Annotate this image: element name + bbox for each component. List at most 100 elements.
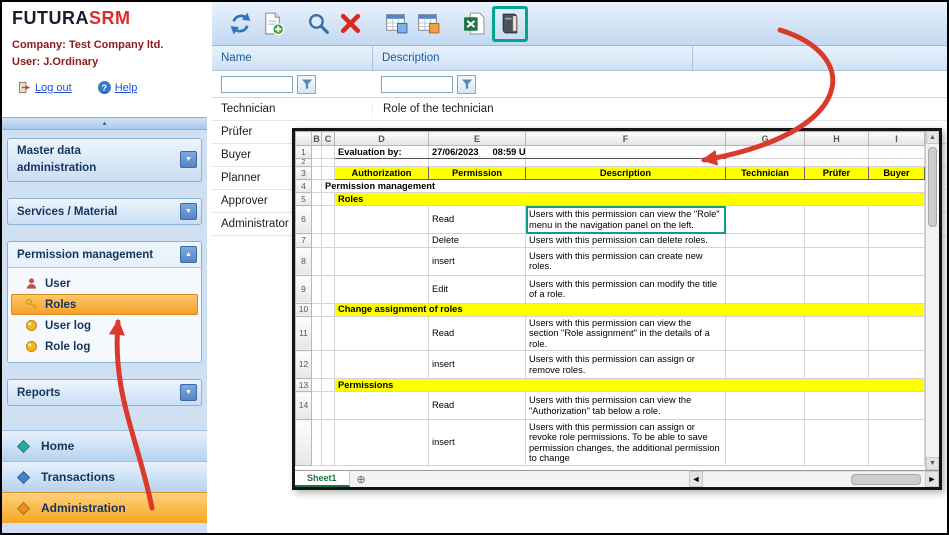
header-pruefer: Prüfer (805, 167, 869, 180)
refresh-button[interactable] (224, 8, 256, 40)
services-material-label: Services / Material (17, 206, 117, 218)
col-letter: G (726, 132, 805, 146)
col-letter: F (526, 132, 726, 146)
administration-icon (16, 501, 31, 516)
sidebar-footer (2, 523, 207, 533)
nav-item-home[interactable]: Home (2, 430, 207, 461)
excel-screenshot-overlay: B C D E F G H I 1 Evaluation by: 27/06/2… (292, 128, 942, 490)
permission-cell: Delete (429, 234, 526, 248)
chevron-up-icon[interactable]: ▲ (180, 246, 197, 263)
logout-label: Log out (35, 82, 72, 94)
new-record-button[interactable] (256, 8, 288, 40)
excel-section-row: 5 Roles (296, 193, 925, 206)
add-sheet-icon[interactable]: ⊕ (357, 473, 366, 486)
logo-srm: SRM (89, 8, 131, 28)
panel-services-material: Services / Material ▼ (7, 198, 202, 225)
column-header-filler (692, 46, 947, 70)
description-cell: Users with this permission can view the … (526, 392, 726, 420)
nav-label: Home (41, 439, 74, 453)
sidebar-item-roles[interactable]: Roles (11, 294, 198, 315)
scroll-left-icon[interactable]: ◄ (689, 471, 703, 487)
col-letter: E (429, 132, 526, 146)
toolbar (212, 2, 947, 46)
description-cell: Users with this permission can modify th… (526, 275, 726, 303)
column-header-name[interactable]: Name (212, 46, 372, 70)
row-description: Role of the technician (372, 103, 692, 115)
description-cell: Users with this permission can assign or… (526, 420, 726, 466)
logout-link[interactable]: Log out (18, 81, 72, 94)
excel-row: 12 insert Users with this permission can… (296, 351, 925, 379)
report-book-button[interactable] (496, 10, 524, 38)
item-label: Role log (45, 341, 90, 353)
sidebar: FUTURASRM Company: Test Company ltd. Use… (2, 2, 207, 533)
excel-vertical-scrollbar[interactable]: ▲ ▼ (925, 131, 939, 470)
sidebar-item-user-log[interactable]: User log (11, 315, 198, 336)
panel-master-data-header[interactable]: Master data administration ▼ (8, 139, 201, 182)
excel-tab-bar: Sheet1 ⊕ ◄ ► (295, 470, 939, 487)
panel-services-material-header[interactable]: Services / Material ▼ (8, 199, 201, 224)
keys-icon (25, 298, 38, 311)
filter-row (212, 71, 947, 98)
panel-permission-management-header[interactable]: Permission management ▲ (8, 242, 201, 267)
refresh-icon (228, 11, 253, 36)
excel-row: 14 Read Users with this permission can v… (296, 392, 925, 420)
excel-row: 9 Edit Users with this permission can mo… (296, 275, 925, 303)
chevron-down-icon[interactable]: ▼ (180, 203, 197, 220)
export-table-colored-button[interactable] (412, 8, 444, 40)
vscroll-thumb[interactable] (928, 147, 937, 227)
excel-row: 2 (296, 159, 925, 167)
user-label: User: (12, 56, 40, 68)
chevron-down-icon[interactable]: ▼ (180, 384, 197, 401)
export-excel-button[interactable] (458, 8, 490, 40)
transactions-icon (16, 470, 31, 485)
name-filter-button[interactable] (297, 75, 316, 94)
sidebar-item-user[interactable]: User (11, 273, 198, 294)
scroll-right-icon[interactable]: ► (925, 471, 939, 487)
help-link[interactable]: ? Help (98, 81, 138, 94)
sidebar-item-role-log[interactable]: Role log (11, 336, 198, 357)
search-button[interactable] (302, 8, 334, 40)
panel-permission-management: Permission management ▲ User Roles User … (7, 241, 202, 363)
header-buyer: Buyer (869, 167, 925, 180)
home-icon (16, 439, 31, 454)
panel-reports-header[interactable]: Reports ▼ (8, 380, 201, 405)
sheet-tab[interactable]: Sheet1 (295, 471, 350, 487)
excel-horizontal-scrollbar[interactable]: ◄ ► (689, 471, 939, 487)
app-window: FUTURASRM Company: Test Company ltd. Use… (0, 0, 949, 535)
header-description: Description (526, 167, 726, 180)
excel-row: 11 Read Users with this permission can v… (296, 316, 925, 351)
scroll-up-icon[interactable]: ▲ (926, 131, 939, 144)
nav-item-transactions[interactable]: Transactions (2, 461, 207, 492)
sidebar-collapse-handle[interactable]: ▴ (2, 118, 207, 130)
scroll-down-icon[interactable]: ▼ (926, 457, 939, 470)
chevron-down-icon[interactable]: ▼ (180, 151, 197, 168)
permission-cell: Edit (429, 275, 526, 303)
user-value: J.Ordinary (43, 56, 98, 68)
log-icon (25, 340, 38, 353)
nav-label: Transactions (41, 470, 115, 484)
new-document-icon (260, 11, 285, 36)
permission-cell: insert (429, 351, 526, 379)
description-filter-button[interactable] (457, 75, 476, 94)
delete-button[interactable] (334, 8, 366, 40)
column-header-description[interactable]: Description (372, 46, 692, 70)
header-technician: Technician (726, 167, 805, 180)
nav-item-administration[interactable]: Administration (2, 492, 207, 523)
description-filter-input[interactable] (381, 76, 453, 93)
hscroll-thumb[interactable] (851, 474, 921, 485)
filter-funnel-icon (461, 78, 473, 90)
excel-row: 7 Delete Users with this permission can … (296, 234, 925, 248)
description-cell: Users with this permission can delete ro… (526, 234, 726, 248)
item-label: User (45, 278, 71, 290)
sidebar-header: FUTURASRM Company: Test Company ltd. Use… (2, 2, 207, 118)
item-label: Roles (45, 299, 76, 311)
col-letter: I (869, 132, 925, 146)
excel-row: insert Users with this permission can as… (296, 420, 925, 466)
table-row-technician[interactable]: Technician Role of the technician (212, 98, 947, 121)
permission-cell: Read (429, 206, 526, 234)
annotation-highlight-box (492, 6, 528, 42)
filter-funnel-icon (301, 78, 313, 90)
export-table-button[interactable] (380, 8, 412, 40)
name-filter-input[interactable] (221, 76, 293, 93)
collapse-icon: ▴ (103, 120, 107, 127)
